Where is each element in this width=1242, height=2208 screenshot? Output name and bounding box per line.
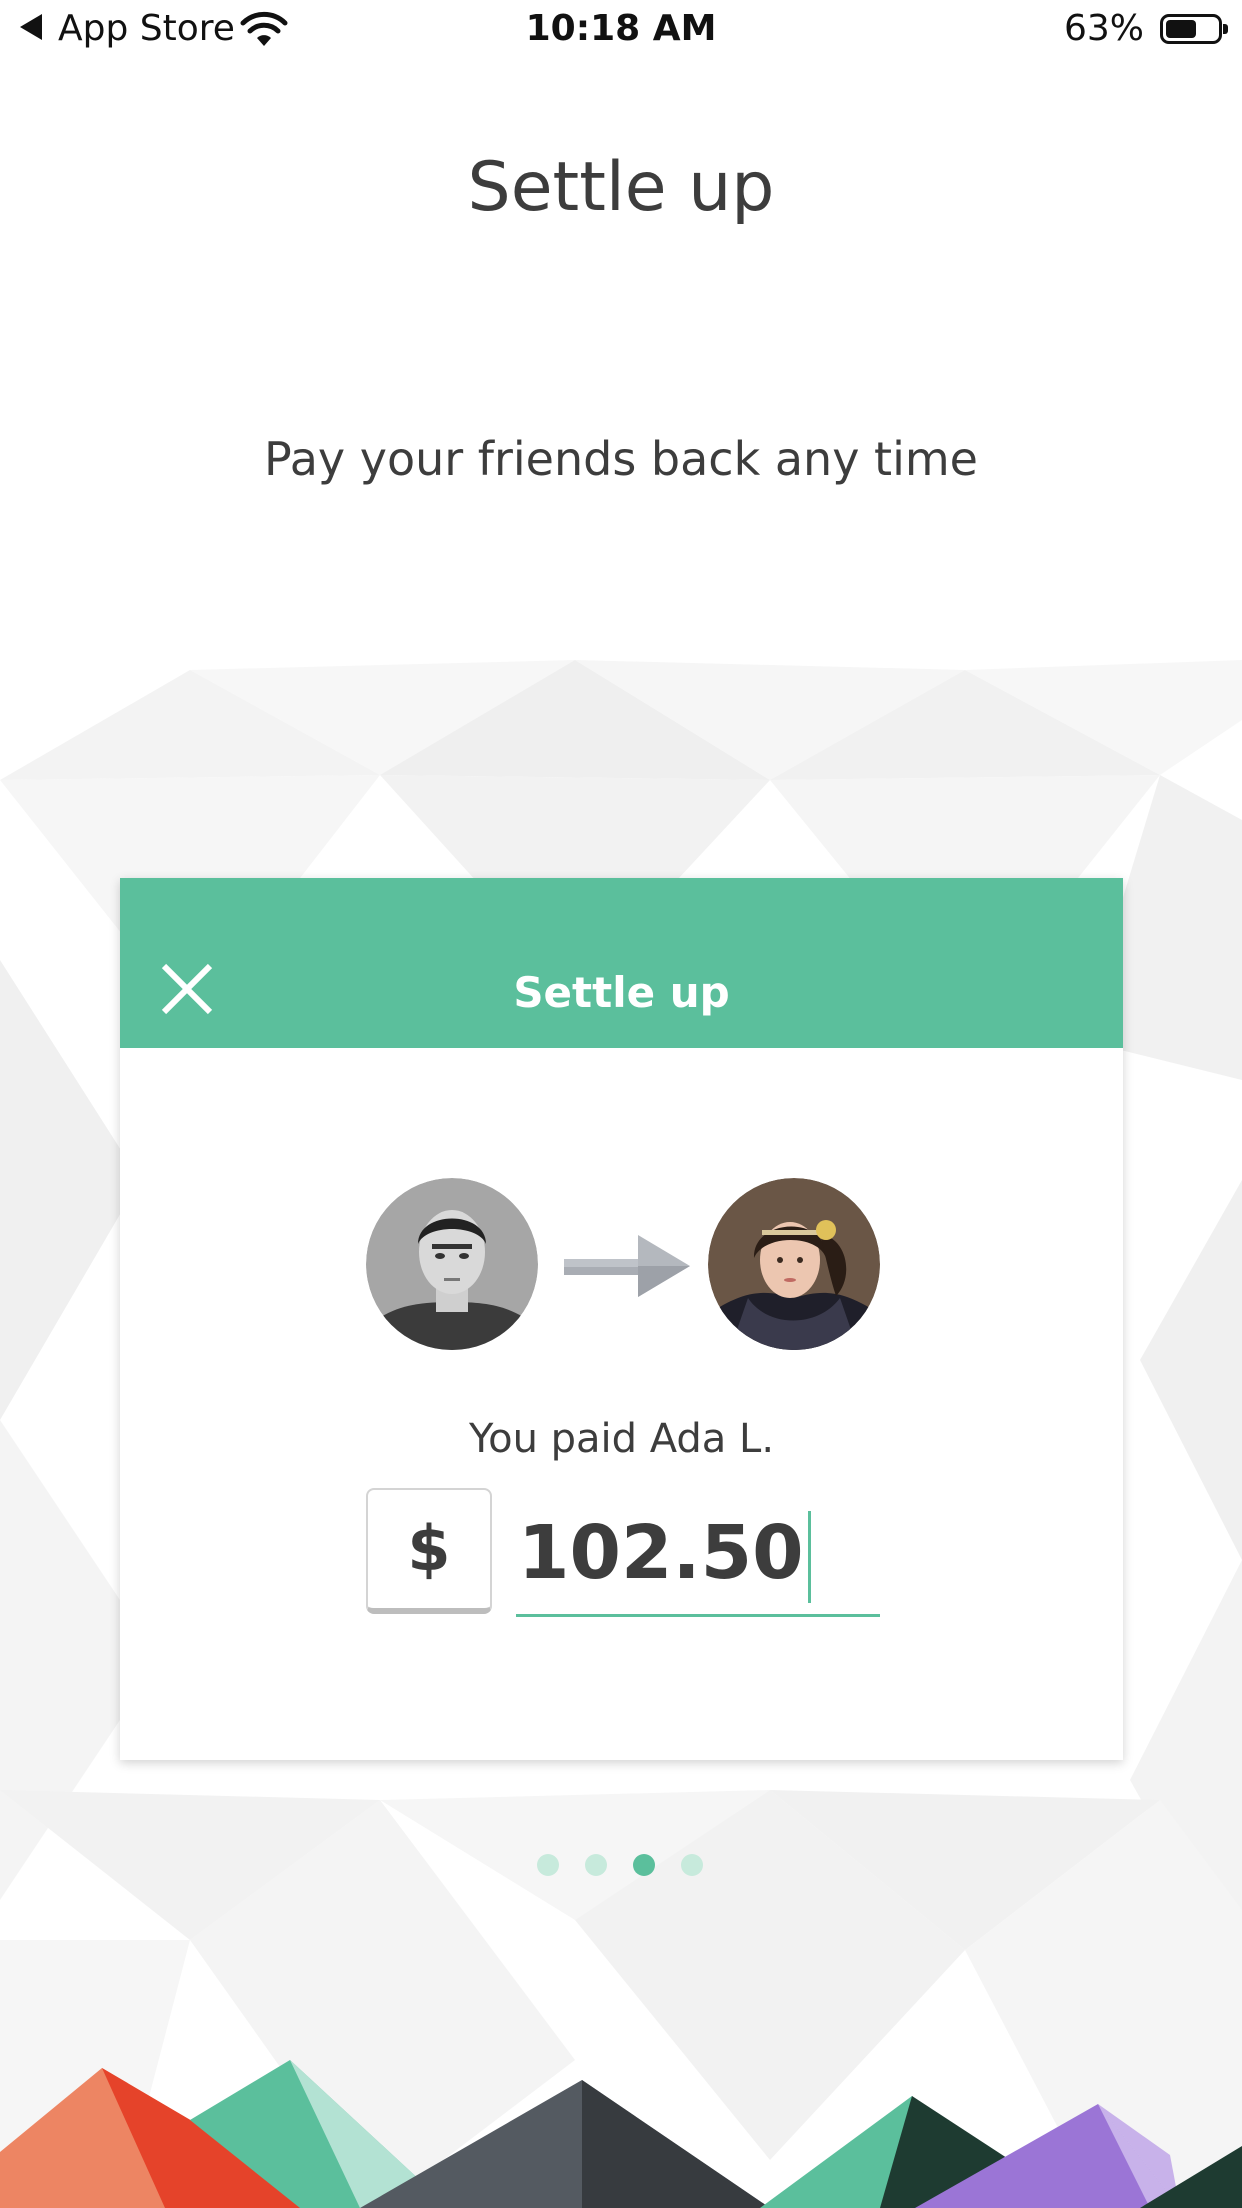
card-title: Settle up [513, 968, 730, 1017]
amount-input[interactable]: 102.50 [516, 1498, 880, 1617]
battery-icon [1160, 14, 1228, 44]
payee-avatar [708, 1178, 880, 1350]
arrow-right-icon [564, 1235, 690, 1297]
amount-value: 102.50 [518, 1498, 811, 1608]
page-dot-4[interactable] [681, 1854, 703, 1876]
text-caret [807, 1511, 811, 1604]
page-subtitle: Pay your friends back any time [264, 432, 978, 486]
currency-button[interactable]: $ [366, 1488, 492, 1614]
page-dot-3[interactable] [633, 1854, 655, 1876]
page-dot-1[interactable] [537, 1854, 559, 1876]
status-bar: App Store 10:18 AM 63% [0, 0, 1242, 62]
mountain-decoration [0, 2060, 1242, 2208]
page-indicator [537, 1854, 717, 1876]
battery-percent: 63% [1063, 8, 1144, 49]
settle-up-card: Settle up You paid Ada L. $ 102.50 [120, 878, 1123, 1760]
payer-avatar [366, 1178, 538, 1350]
page-dot-2[interactable] [585, 1854, 607, 1876]
payment-description: You paid Ada L. [468, 1416, 775, 1462]
page-title: Settle up [467, 148, 775, 227]
clock: 10:18 AM [525, 8, 717, 49]
card-header: Settle up [120, 878, 1123, 1048]
